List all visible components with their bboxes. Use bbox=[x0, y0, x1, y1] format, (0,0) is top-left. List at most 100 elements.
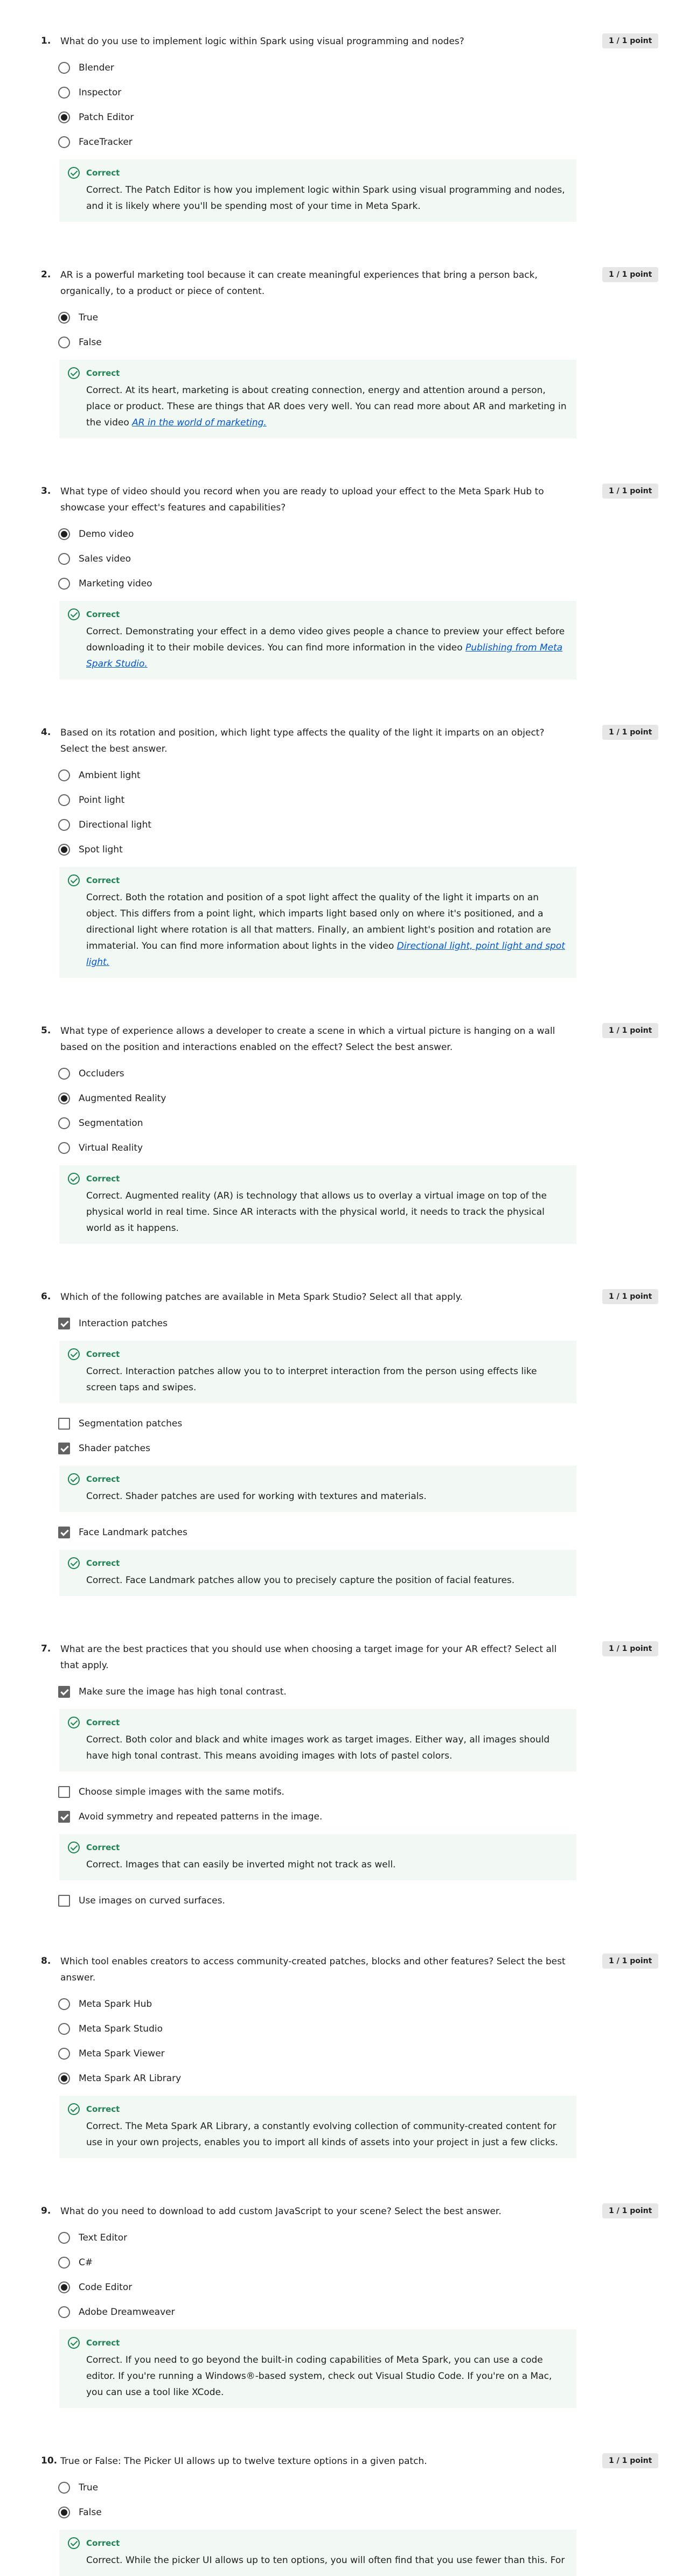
radio-button[interactable] bbox=[58, 844, 70, 856]
radio-option[interactable]: Augmented Reality bbox=[58, 1091, 696, 1106]
options-list: True False Correct Correct. While the picke… bbox=[58, 2480, 696, 2576]
video-link[interactable]: Publishing from Meta Spark Studio. bbox=[86, 642, 562, 669]
radio-button[interactable] bbox=[58, 1142, 70, 1154]
checkbox[interactable] bbox=[58, 1418, 70, 1430]
radio-button[interactable] bbox=[58, 2257, 70, 2269]
radio-option[interactable]: True bbox=[58, 2480, 696, 2495]
question-number: 9. bbox=[41, 2206, 51, 2216]
radio-option[interactable]: FaceTracker bbox=[58, 135, 696, 150]
checkbox[interactable] bbox=[58, 1443, 70, 1454]
radio-button[interactable] bbox=[58, 2281, 70, 2293]
checkbox-option[interactable]: Shader patches bbox=[58, 1441, 696, 1456]
options-list: Interaction patches Correct Correct. Inter… bbox=[58, 1316, 696, 1596]
radio-option[interactable]: Adobe Dreamweaver bbox=[58, 2305, 696, 2320]
radio-option[interactable]: Text Editor bbox=[58, 2230, 696, 2245]
radio-option[interactable]: Sales video bbox=[58, 551, 696, 566]
radio-button[interactable] bbox=[58, 2306, 70, 2318]
feedback-header: Correct bbox=[68, 1348, 568, 1360]
video-link[interactable]: AR in the world of marketing. bbox=[132, 417, 267, 428]
radio-option[interactable]: Directional light bbox=[58, 817, 696, 832]
radio-option[interactable]: Demo video bbox=[58, 527, 696, 542]
radio-button[interactable] bbox=[58, 111, 70, 123]
feedback-title: Correct bbox=[86, 1558, 120, 1568]
radio-button[interactable] bbox=[58, 2232, 70, 2244]
check-circle-icon bbox=[68, 1348, 80, 1360]
points-badge: 1 / 1 point bbox=[602, 1289, 659, 1304]
feedback-header: Correct bbox=[68, 1842, 568, 1853]
radio-option[interactable]: Meta Spark Studio bbox=[58, 2021, 696, 2036]
radio-button[interactable] bbox=[58, 1998, 70, 2010]
radio-button[interactable] bbox=[58, 578, 70, 590]
radio-button[interactable] bbox=[58, 794, 70, 806]
checkbox-option[interactable]: Use images on curved surfaces. bbox=[58, 1893, 696, 1908]
checkbox-option[interactable]: Choose simple images with the same motif… bbox=[58, 1784, 696, 1800]
radio-option[interactable]: False bbox=[58, 2505, 696, 2520]
radio-option[interactable]: False bbox=[58, 335, 696, 350]
radio-option[interactable]: Meta Spark Hub bbox=[58, 1997, 696, 2012]
radio-button[interactable] bbox=[58, 87, 70, 99]
radio-option[interactable]: Meta Spark AR Library bbox=[58, 2071, 696, 2086]
checkbox[interactable] bbox=[58, 1318, 70, 1329]
radio-option[interactable]: Segmentation bbox=[58, 1116, 696, 1131]
radio-button[interactable] bbox=[58, 337, 70, 348]
radio-option[interactable]: Meta Spark Viewer bbox=[58, 2046, 696, 2061]
feedback-header: Correct bbox=[68, 874, 568, 886]
radio-option[interactable]: Spot light bbox=[58, 842, 696, 857]
radio-button[interactable] bbox=[58, 553, 70, 565]
radio-option[interactable]: Inspector bbox=[58, 85, 696, 100]
question-6: 6. Which of the following patches are ava… bbox=[0, 1289, 696, 1596]
options-list: Occluders Augmented Reality Segmentation Vi… bbox=[58, 1066, 696, 1244]
radio-button[interactable] bbox=[58, 312, 70, 324]
checkbox-option[interactable]: Face Landmark patches bbox=[58, 1525, 696, 1540]
radio-button[interactable] bbox=[58, 1093, 70, 1104]
question-number: 5. bbox=[41, 1025, 51, 1036]
options-list: Ambient light Point light Directional ligh… bbox=[58, 768, 696, 978]
check-circle-icon bbox=[68, 2337, 80, 2349]
radio-option[interactable]: Ambient light bbox=[58, 768, 696, 783]
question-text: What do you use to implement logic withi… bbox=[60, 36, 464, 47]
radio-option[interactable]: Marketing video bbox=[58, 576, 696, 591]
checkbox[interactable] bbox=[58, 1527, 70, 1538]
check-circle-icon bbox=[68, 1173, 80, 1185]
video-link[interactable]: Directional light, point light and spot … bbox=[86, 941, 565, 968]
option-label: Sales video bbox=[79, 554, 131, 564]
checkbox-option[interactable]: Interaction patches bbox=[58, 1316, 696, 1331]
radio-option[interactable]: Virtual Reality bbox=[58, 1140, 696, 1156]
question-10: 10. True or False: The Picker UI allows u… bbox=[0, 2453, 696, 2576]
feedback-title: Correct bbox=[86, 2538, 120, 2548]
checkbox[interactable] bbox=[58, 1686, 70, 1698]
radio-option[interactable]: Code Editor bbox=[58, 2280, 696, 2295]
checkbox[interactable] bbox=[58, 1786, 70, 1798]
option-label: Make sure the image has high tonal contr… bbox=[79, 1686, 287, 1697]
option-label: Shader patches bbox=[79, 1443, 150, 1454]
radio-button[interactable] bbox=[58, 819, 70, 831]
radio-button[interactable] bbox=[58, 2073, 70, 2084]
radio-button[interactable] bbox=[58, 769, 70, 781]
question-number: 6. bbox=[41, 1291, 51, 1302]
radio-button[interactable] bbox=[58, 62, 70, 74]
radio-button[interactable] bbox=[58, 1117, 70, 1129]
checkbox-option[interactable]: Segmentation patches bbox=[58, 1416, 696, 1431]
points-badge: 1 / 1 point bbox=[602, 2453, 659, 2468]
option-label: Virtual Reality bbox=[79, 1143, 143, 1153]
radio-button[interactable] bbox=[58, 2482, 70, 2494]
checkbox-option[interactable]: Make sure the image has high tonal contr… bbox=[58, 1684, 696, 1699]
radio-option[interactable]: Occluders bbox=[58, 1066, 696, 1081]
checkbox[interactable] bbox=[58, 1895, 70, 1907]
radio-button[interactable] bbox=[58, 2048, 70, 2060]
radio-button[interactable] bbox=[58, 136, 70, 148]
options-list: Blender Inspector Patch Editor FaceTracker C… bbox=[58, 60, 696, 222]
radio-option[interactable]: Blender bbox=[58, 60, 696, 75]
check-circle-icon bbox=[68, 608, 80, 620]
radio-button[interactable] bbox=[58, 1068, 70, 1080]
radio-button[interactable] bbox=[58, 528, 70, 540]
question-number: 1. bbox=[41, 36, 51, 46]
checkbox-option[interactable]: Avoid symmetry and repeated patterns in … bbox=[58, 1809, 696, 1824]
radio-option[interactable]: True bbox=[58, 310, 696, 325]
checkbox[interactable] bbox=[58, 1811, 70, 1823]
radio-button[interactable] bbox=[58, 2023, 70, 2035]
radio-option[interactable]: C# bbox=[58, 2255, 696, 2270]
radio-button[interactable] bbox=[58, 2507, 70, 2518]
radio-option[interactable]: Patch Editor bbox=[58, 110, 696, 125]
radio-option[interactable]: Point light bbox=[58, 793, 696, 808]
